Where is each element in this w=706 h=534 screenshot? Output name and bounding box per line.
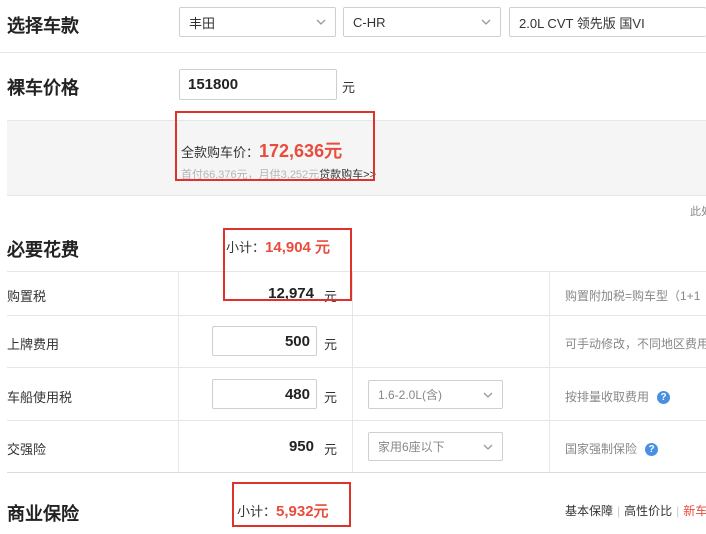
annotation-box-total	[175, 111, 375, 181]
divider	[7, 271, 706, 272]
model-select[interactable]: C-HR	[343, 7, 501, 37]
seat-type-select-value: 家用6座以下	[378, 440, 445, 454]
compulsory-insurance-note: 国家强制保险?	[565, 440, 659, 457]
help-icon[interactable]: ?	[657, 391, 671, 405]
brand-select-value: 丰田	[189, 15, 216, 31]
annotation-box-required	[223, 228, 352, 301]
chevron-down-icon	[316, 19, 326, 25]
annotation-box-insurance	[232, 482, 351, 527]
compulsory-insurance-unit: 元	[324, 442, 338, 457]
plate-fee-input[interactable]: 500	[212, 326, 317, 356]
row-label-compulsory-insurance: 交强险	[7, 442, 47, 457]
plate-fee-value: 500	[284, 332, 310, 350]
bare-price-value: 151800	[188, 76, 239, 93]
bare-price-input[interactable]: 151800	[179, 69, 337, 100]
plate-fee-unit: 元	[324, 337, 338, 352]
brand-select[interactable]: 丰田	[179, 7, 336, 37]
insurance-heading: 商业保险	[7, 504, 79, 524]
purchase-tax-note: 购置附加税=购车型（1+1	[565, 289, 701, 303]
tab-value[interactable]: 高性价比	[624, 504, 672, 518]
trim-select[interactable]: 2.0L CVT 领先版 国VI	[509, 7, 706, 37]
insurance-tabs: 基本保障 | 高性价比 | 新车	[565, 502, 706, 519]
plate-fee-note: 可手动修改，不同地区费用	[565, 337, 706, 351]
compulsory-insurance-note-text: 国家强制保险	[565, 442, 638, 456]
divider	[0, 52, 706, 53]
trim-select-value: 2.0L CVT 领先版 国VI	[519, 15, 645, 31]
tab-new-car[interactable]: 新车	[683, 504, 706, 518]
divider	[7, 472, 706, 473]
vehicle-tax-note: 按排量收取费用?	[565, 388, 671, 405]
model-select-value: C-HR	[353, 14, 386, 30]
column-divider	[549, 271, 550, 472]
column-divider	[178, 271, 179, 472]
compulsory-insurance-value: 950	[288, 438, 314, 455]
vehicle-tax-value: 480	[284, 385, 310, 403]
column-divider	[352, 271, 353, 472]
divider	[7, 367, 706, 368]
car-select-heading: 选择车款	[7, 16, 79, 36]
chevron-down-icon	[483, 392, 493, 398]
row-label-vehicle-tax: 车船使用税	[7, 390, 73, 405]
divider	[7, 420, 706, 421]
vehicle-tax-note-text: 按排量收取费用	[565, 390, 650, 404]
row-label-purchase-tax: 购置税	[7, 289, 47, 304]
displacement-select[interactable]: 1.6-2.0L(含)	[368, 380, 503, 409]
tab-basic[interactable]: 基本保障	[565, 504, 613, 518]
chevron-down-icon	[483, 444, 493, 450]
chevron-down-icon	[481, 19, 491, 25]
vehicle-tax-unit: 元	[324, 390, 338, 405]
seat-type-select[interactable]: 家用6座以下	[368, 432, 503, 461]
vehicle-tax-input[interactable]: 480	[212, 379, 317, 409]
tab-separator: |	[676, 504, 680, 518]
price-heading: 裸车价格	[7, 78, 79, 98]
displacement-select-value: 1.6-2.0L(含)	[378, 388, 443, 402]
edge-note: 此处	[690, 206, 706, 218]
help-icon[interactable]: ?	[645, 443, 659, 457]
tab-separator: |	[617, 504, 621, 518]
divider	[7, 315, 706, 316]
required-heading: 必要花费	[7, 240, 79, 260]
row-label-plate-fee: 上牌费用	[7, 337, 60, 352]
price-unit: 元	[342, 80, 356, 95]
